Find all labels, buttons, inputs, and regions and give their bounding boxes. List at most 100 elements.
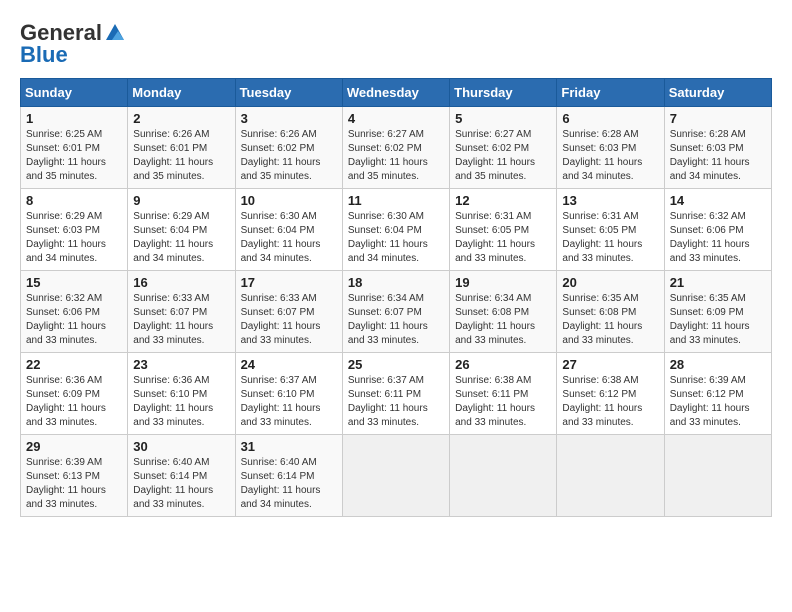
day-number: 14 <box>670 193 766 208</box>
day-number: 17 <box>241 275 337 290</box>
calendar-cell: 10Sunrise: 6:30 AM Sunset: 6:04 PM Dayli… <box>235 189 342 271</box>
weekday-header-cell: Wednesday <box>342 79 449 107</box>
calendar-cell: 12 Sunrise: 6:31 AM Sunset: 6:05 PM Dayli… <box>450 189 557 271</box>
calendar-cell <box>557 435 664 517</box>
weekday-header-cell: Friday <box>557 79 664 107</box>
day-info: Sunrise: 6:40 AM Sunset: 6:14 PM Dayligh… <box>241 456 337 512</box>
calendar-cell <box>342 435 449 517</box>
calendar-table: SundayMondayTuesdayWednesdayThursdayFrid… <box>20 78 772 517</box>
calendar-cell: 8 Sunrise: 6:29 AM Sunset: 6:03 PM Daylig… <box>21 189 128 271</box>
calendar-cell: 14 Sunrise: 6:32 AM Sunset: 6:06 PM Dayli… <box>664 189 771 271</box>
day-info: Sunrise: 6:34 AM Sunset: 6:08 PM Dayligh… <box>455 292 551 348</box>
calendar-cell: 26 Sunrise: 6:38 AM Sunset: 6:11 PM Dayli… <box>450 353 557 435</box>
day-number: 9 <box>133 193 229 208</box>
calendar-cell: 15 Sunrise: 6:32 AM Sunset: 6:06 PM Dayli… <box>21 271 128 353</box>
calendar-cell: 21 Sunrise: 6:35 AM Sunset: 6:09 PM Dayli… <box>664 271 771 353</box>
day-info: Sunrise: 6:36 AM Sunset: 6:09 PM Dayligh… <box>26 374 122 430</box>
day-info: Sunrise: 6:32 AM Sunset: 6:06 PM Dayligh… <box>670 210 766 266</box>
day-info: Sunrise: 6:27 AM Sunset: 6:02 PM Dayligh… <box>348 128 444 184</box>
day-info: Sunrise: 6:34 AM Sunset: 6:07 PM Dayligh… <box>348 292 444 348</box>
day-number: 1 <box>26 111 122 126</box>
calendar-cell <box>664 435 771 517</box>
day-info: Sunrise: 6:36 AM Sunset: 6:10 PM Dayligh… <box>133 374 229 430</box>
day-info: Sunrise: 6:27 AM Sunset: 6:02 PM Dayligh… <box>455 128 551 184</box>
day-number: 15 <box>26 275 122 290</box>
weekday-header-cell: Thursday <box>450 79 557 107</box>
day-number: 18 <box>348 275 444 290</box>
day-number: 3 <box>241 111 337 126</box>
day-number: 28 <box>670 357 766 372</box>
day-number: 19 <box>455 275 551 290</box>
day-number: 13 <box>562 193 658 208</box>
calendar-cell: 19 Sunrise: 6:34 AM Sunset: 6:08 PM Dayli… <box>450 271 557 353</box>
day-info: Sunrise: 6:37 AM Sunset: 6:10 PM Dayligh… <box>241 374 337 430</box>
calendar-cell: 4Sunrise: 6:27 AM Sunset: 6:02 PM Daylig… <box>342 107 449 189</box>
day-number: 29 <box>26 439 122 454</box>
day-info: Sunrise: 6:35 AM Sunset: 6:08 PM Dayligh… <box>562 292 658 348</box>
calendar-week-row: 29 Sunrise: 6:39 AM Sunset: 6:13 PM Dayli… <box>21 435 772 517</box>
day-info: Sunrise: 6:38 AM Sunset: 6:12 PM Dayligh… <box>562 374 658 430</box>
calendar-body: 1Sunrise: 6:25 AM Sunset: 6:01 PM Daylig… <box>21 107 772 517</box>
calendar-cell: 17Sunrise: 6:33 AM Sunset: 6:07 PM Dayli… <box>235 271 342 353</box>
logo-blue: Blue <box>20 42 68 68</box>
day-number: 24 <box>241 357 337 372</box>
day-number: 5 <box>455 111 551 126</box>
calendar-cell: 2Sunrise: 6:26 AM Sunset: 6:01 PM Daylig… <box>128 107 235 189</box>
day-info: Sunrise: 6:35 AM Sunset: 6:09 PM Dayligh… <box>670 292 766 348</box>
logo-icon <box>104 22 126 44</box>
day-number: 10 <box>241 193 337 208</box>
day-info: Sunrise: 6:31 AM Sunset: 6:05 PM Dayligh… <box>455 210 551 266</box>
logo: General Blue <box>20 20 126 68</box>
calendar-cell: 5 Sunrise: 6:27 AM Sunset: 6:02 PM Daylig… <box>450 107 557 189</box>
day-number: 26 <box>455 357 551 372</box>
calendar-cell: 22 Sunrise: 6:36 AM Sunset: 6:09 PM Dayli… <box>21 353 128 435</box>
day-info: Sunrise: 6:28 AM Sunset: 6:03 PM Dayligh… <box>670 128 766 184</box>
day-number: 6 <box>562 111 658 126</box>
day-info: Sunrise: 6:40 AM Sunset: 6:14 PM Dayligh… <box>133 456 229 512</box>
day-number: 30 <box>133 439 229 454</box>
day-info: Sunrise: 6:39 AM Sunset: 6:12 PM Dayligh… <box>670 374 766 430</box>
weekday-header-cell: Tuesday <box>235 79 342 107</box>
day-info: Sunrise: 6:32 AM Sunset: 6:06 PM Dayligh… <box>26 292 122 348</box>
day-info: Sunrise: 6:29 AM Sunset: 6:04 PM Dayligh… <box>133 210 229 266</box>
day-info: Sunrise: 6:37 AM Sunset: 6:11 PM Dayligh… <box>348 374 444 430</box>
day-info: Sunrise: 6:39 AM Sunset: 6:13 PM Dayligh… <box>26 456 122 512</box>
day-number: 23 <box>133 357 229 372</box>
calendar-week-row: 1Sunrise: 6:25 AM Sunset: 6:01 PM Daylig… <box>21 107 772 189</box>
calendar-cell <box>450 435 557 517</box>
calendar-cell: 1Sunrise: 6:25 AM Sunset: 6:01 PM Daylig… <box>21 107 128 189</box>
day-info: Sunrise: 6:28 AM Sunset: 6:03 PM Dayligh… <box>562 128 658 184</box>
weekday-header-row: SundayMondayTuesdayWednesdayThursdayFrid… <box>21 79 772 107</box>
calendar-cell: 23 Sunrise: 6:36 AM Sunset: 6:10 PM Dayli… <box>128 353 235 435</box>
page-header: General Blue <box>20 20 772 68</box>
day-info: Sunrise: 6:31 AM Sunset: 6:05 PM Dayligh… <box>562 210 658 266</box>
day-info: Sunrise: 6:30 AM Sunset: 6:04 PM Dayligh… <box>348 210 444 266</box>
weekday-header-cell: Saturday <box>664 79 771 107</box>
day-info: Sunrise: 6:26 AM Sunset: 6:01 PM Dayligh… <box>133 128 229 184</box>
calendar-cell: 27 Sunrise: 6:38 AM Sunset: 6:12 PM Dayli… <box>557 353 664 435</box>
weekday-header-cell: Monday <box>128 79 235 107</box>
day-number: 8 <box>26 193 122 208</box>
day-number: 21 <box>670 275 766 290</box>
day-number: 22 <box>26 357 122 372</box>
calendar-cell: 25 Sunrise: 6:37 AM Sunset: 6:11 PM Dayli… <box>342 353 449 435</box>
day-info: Sunrise: 6:33 AM Sunset: 6:07 PM Dayligh… <box>133 292 229 348</box>
day-number: 11 <box>348 193 444 208</box>
calendar-cell: 24 Sunrise: 6:37 AM Sunset: 6:10 PM Dayli… <box>235 353 342 435</box>
calendar-cell: 29 Sunrise: 6:39 AM Sunset: 6:13 PM Dayli… <box>21 435 128 517</box>
day-info: Sunrise: 6:29 AM Sunset: 6:03 PM Dayligh… <box>26 210 122 266</box>
calendar-week-row: 8 Sunrise: 6:29 AM Sunset: 6:03 PM Daylig… <box>21 189 772 271</box>
day-number: 27 <box>562 357 658 372</box>
calendar-week-row: 15 Sunrise: 6:32 AM Sunset: 6:06 PM Dayli… <box>21 271 772 353</box>
calendar-cell: 6 Sunrise: 6:28 AM Sunset: 6:03 PM Daylig… <box>557 107 664 189</box>
calendar-cell: 13 Sunrise: 6:31 AM Sunset: 6:05 PM Dayli… <box>557 189 664 271</box>
calendar-cell: 18 Sunrise: 6:34 AM Sunset: 6:07 PM Dayli… <box>342 271 449 353</box>
day-number: 31 <box>241 439 337 454</box>
calendar-cell: 16 Sunrise: 6:33 AM Sunset: 6:07 PM Dayli… <box>128 271 235 353</box>
day-number: 25 <box>348 357 444 372</box>
day-info: Sunrise: 6:26 AM Sunset: 6:02 PM Dayligh… <box>241 128 337 184</box>
day-number: 16 <box>133 275 229 290</box>
day-info: Sunrise: 6:38 AM Sunset: 6:11 PM Dayligh… <box>455 374 551 430</box>
calendar-cell: 9 Sunrise: 6:29 AM Sunset: 6:04 PM Daylig… <box>128 189 235 271</box>
day-number: 12 <box>455 193 551 208</box>
